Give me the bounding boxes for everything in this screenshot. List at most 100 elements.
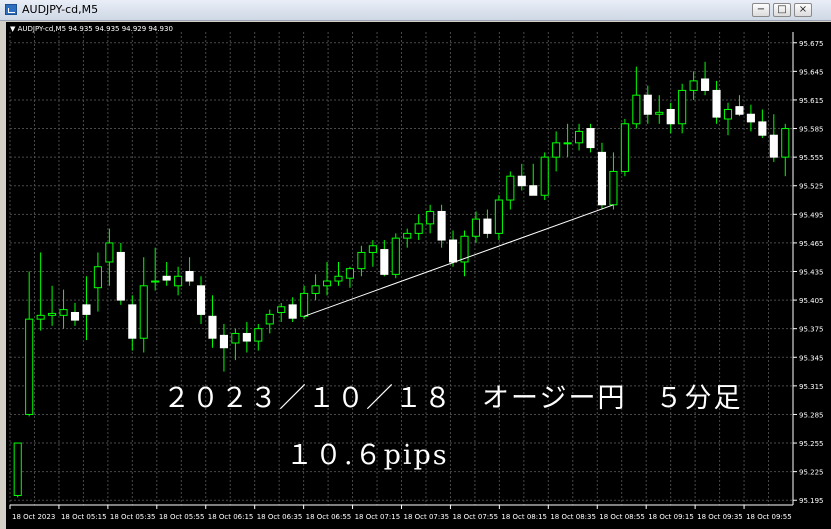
candle-bull[interactable] [59, 309, 68, 316]
x-axis-tick-label: 18 Oct 05:55 [159, 513, 205, 521]
candle-bear[interactable] [597, 151, 607, 206]
candle-bear[interactable] [701, 78, 710, 91]
candle-bull[interactable] [36, 314, 45, 320]
y-axis-tick-label: 95.525 [799, 183, 824, 191]
candle-bear[interactable] [586, 128, 595, 149]
x-axis-tick-label: 18 Oct 06:55 [306, 513, 352, 521]
candle-bear[interactable] [643, 94, 652, 115]
candle-bull[interactable] [13, 442, 22, 496]
x-axis-tick-label: 18 Oct 08:35 [550, 513, 596, 521]
chart-symbol-label: AUDJPY-cd,M5 [17, 25, 67, 33]
candle-bear[interactable] [666, 108, 675, 125]
candle-bull[interactable] [540, 156, 549, 196]
y-axis-tick-label: 95.285 [799, 411, 824, 419]
candle-bull[interactable] [620, 123, 629, 172]
candle-bull[interactable] [471, 218, 481, 237]
trendline[interactable] [303, 204, 614, 317]
x-axis-tick-label: 18 Oct 05:15 [61, 513, 107, 521]
x-axis-tick-label: 18 Oct 09:55 [746, 513, 792, 521]
y-axis-tick-label: 95.255 [799, 440, 824, 448]
candle-bear[interactable] [517, 175, 526, 187]
candle-bull[interactable] [655, 111, 664, 115]
candle-bear[interactable] [82, 304, 91, 315]
candle-bull[interactable] [322, 280, 332, 287]
y-axis-tick-label: 95.615 [799, 97, 824, 105]
candle-bear[interactable] [437, 210, 446, 241]
candle-bull[interactable] [25, 318, 34, 415]
candle-bull[interactable] [345, 268, 354, 279]
candle-bull[interactable] [151, 280, 160, 283]
candle-bear[interactable] [242, 332, 251, 342]
candle-bull[interactable] [632, 94, 641, 125]
overlay-pips-text: １０.６pips [286, 440, 449, 471]
candle-bear[interactable] [380, 249, 389, 275]
candle-bull[interactable] [368, 245, 377, 253]
candle-bull[interactable] [311, 285, 320, 294]
y-axis-tick-label: 95.345 [799, 354, 824, 362]
candle-bear[interactable] [128, 304, 137, 339]
candle-bull[interactable] [723, 108, 733, 120]
candle-bear[interactable] [483, 218, 492, 234]
y-axis-tick-label: 95.435 [799, 269, 824, 277]
x-axis-tick-label: 18 Oct 05:35 [110, 513, 156, 521]
candle-bear[interactable] [735, 106, 744, 115]
x-axis-tick-label: 18 Oct 08:15 [501, 513, 547, 521]
candle-bull[interactable] [552, 142, 561, 158]
candle-bull[interactable] [506, 175, 515, 201]
y-axis-tick-label: 95.405 [799, 297, 824, 305]
candle-bull[interactable] [494, 199, 503, 234]
candle-bull[interactable] [781, 128, 790, 158]
chart-header: ▼ AUDJPY-cd,M5 94.935 94.935 94.929 94.9… [10, 25, 173, 33]
candle-bear[interactable] [208, 315, 217, 339]
candle-bull[interactable] [563, 142, 572, 145]
chart-ohlc-readout: 94.935 94.935 94.929 94.930 [68, 25, 173, 33]
y-axis-tick-label: 95.495 [799, 211, 824, 219]
candle-bear[interactable] [116, 251, 125, 301]
candle-bull[interactable] [231, 332, 240, 344]
candle-bear[interactable] [288, 304, 297, 319]
y-axis-tick-label: 95.585 [799, 126, 824, 134]
x-axis-tick-label: 18 Oct 07:15 [355, 513, 401, 521]
candle-bull[interactable] [48, 312, 57, 316]
chart-menu-icon[interactable]: ▼ [10, 25, 18, 33]
candle-bull[interactable] [105, 242, 114, 263]
candle-bear[interactable] [185, 271, 194, 282]
candle-bear[interactable] [758, 121, 767, 136]
candle-bear[interactable] [162, 275, 171, 281]
candle-bear[interactable] [746, 113, 755, 123]
candle-bull[interactable] [426, 210, 435, 225]
candle-bear[interactable] [712, 89, 721, 118]
candle-bull[interactable] [403, 232, 412, 239]
candle-bull[interactable] [300, 292, 309, 317]
candle-bull[interactable] [334, 275, 343, 282]
y-axis-tick-label: 95.195 [799, 497, 824, 505]
candle-bear[interactable] [196, 285, 206, 315]
candle-bear[interactable] [449, 239, 458, 263]
x-axis-tick-label: 18 Oct 2023 [12, 513, 55, 521]
candle-bull[interactable] [357, 251, 366, 270]
y-axis-tick-label: 95.315 [799, 383, 824, 391]
candle-bear[interactable] [70, 311, 80, 321]
candle-bull[interactable] [391, 237, 400, 275]
y-axis-tick-label: 95.675 [799, 40, 824, 48]
candle-bull[interactable] [265, 313, 274, 325]
x-axis-tick-label: 18 Oct 08:55 [599, 513, 645, 521]
candle-bull[interactable] [678, 89, 687, 125]
candle-bear[interactable] [769, 134, 778, 158]
candle-bull[interactable] [414, 223, 423, 234]
x-axis-tick-label: 18 Oct 07:55 [452, 513, 498, 521]
candle-bear[interactable] [529, 185, 538, 196]
x-axis-tick-label: 18 Oct 06:15 [208, 513, 254, 521]
y-axis-tick-label: 95.225 [799, 469, 824, 477]
candle-bull[interactable] [139, 285, 148, 339]
candle-bull[interactable] [277, 306, 286, 313]
candle-bull[interactable] [254, 328, 263, 342]
candle-bull[interactable] [689, 80, 698, 91]
y-axis-tick-label: 95.375 [799, 326, 824, 334]
candle-bear[interactable] [219, 334, 228, 349]
overlay-title-text: ２０２３／１０／１８ オージー円 ５分足 [163, 383, 743, 414]
candle-bull[interactable] [609, 170, 618, 206]
candle-bull[interactable] [575, 130, 584, 144]
candle-bull[interactable] [174, 275, 183, 287]
candle-bull[interactable] [93, 266, 102, 289]
